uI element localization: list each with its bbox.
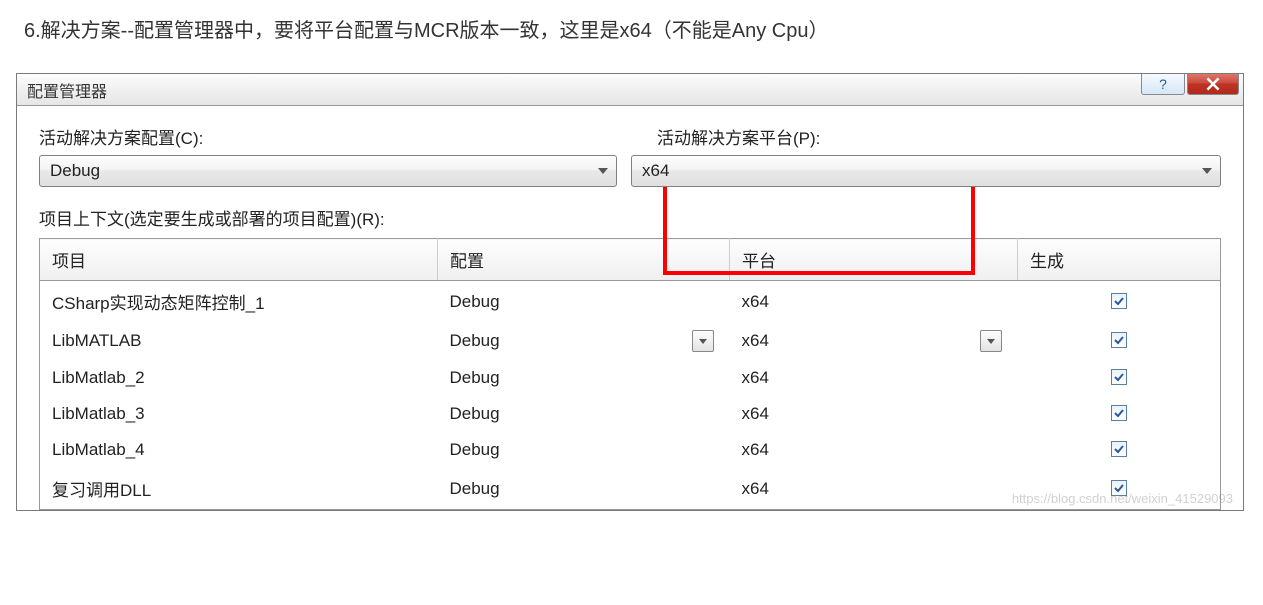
cell-config[interactable]: Debug: [438, 468, 730, 510]
cell-platform[interactable]: x64: [730, 468, 1018, 510]
cell-platform[interactable]: x64: [730, 432, 1018, 468]
build-checkbox[interactable]: [1111, 405, 1127, 421]
header-build[interactable]: 生成: [1018, 239, 1221, 281]
cell-build: [1018, 396, 1221, 432]
platform-dropdown-button[interactable]: [980, 330, 1002, 352]
cell-project: 复习调用DLL: [40, 468, 438, 510]
close-icon: [1206, 77, 1220, 91]
config-manager-dialog: 配置管理器 ? 活动解决方案配置(C): 活动解决方案平台(P): Debug …: [16, 73, 1244, 511]
project-table: 项目 配置 平台 生成 CSharp实现动态矩阵控制_1Debugx64LibM…: [39, 238, 1221, 510]
table-row[interactable]: LibMatlab_3 Debug x64: [40, 396, 1221, 432]
check-icon: [1113, 334, 1125, 346]
table-row[interactable]: 复习调用DLL Debug x64: [40, 468, 1221, 510]
titlebar: 配置管理器 ?: [17, 74, 1243, 106]
chevron-down-icon: [598, 168, 608, 174]
cell-config-value: Debug: [450, 440, 500, 460]
cell-config[interactable]: Debug: [438, 432, 730, 468]
active-config-label: 活动解决方案配置(C):: [39, 124, 653, 149]
table-row[interactable]: LibMatlab_2 Debug x64: [40, 360, 1221, 396]
cell-build: [1018, 432, 1221, 468]
check-icon: [1113, 371, 1125, 383]
cell-config-value: Debug: [450, 368, 500, 388]
cell-platform[interactable]: x64: [730, 322, 1018, 360]
cell-config[interactable]: Debug: [438, 322, 730, 360]
cell-config-value: Debug: [450, 404, 500, 424]
header-project[interactable]: 项目: [40, 239, 438, 281]
close-button[interactable]: [1187, 73, 1239, 95]
cell-config-value: Debug: [450, 331, 500, 351]
chevron-down-icon: [987, 339, 995, 344]
cell-config[interactable]: Debug: [438, 360, 730, 396]
cell-config[interactable]: Debug: [438, 396, 730, 432]
build-checkbox[interactable]: [1111, 441, 1127, 457]
header-platform[interactable]: 平台: [730, 239, 1018, 281]
cell-platform-value: x64: [742, 440, 769, 460]
table-row[interactable]: CSharp实现动态矩阵控制_1 Debug x64: [40, 281, 1221, 323]
cell-build: [1018, 322, 1221, 360]
cell-build: [1018, 360, 1221, 396]
cell-config[interactable]: Debug: [438, 281, 730, 323]
active-config-value: Debug: [50, 161, 100, 181]
cell-platform-value: x64: [742, 404, 769, 424]
table-row[interactable]: LibMatlab_4 Debug x64: [40, 432, 1221, 468]
chevron-down-icon: [699, 339, 707, 344]
header-config[interactable]: 配置: [438, 239, 730, 281]
cell-project: CSharp实现动态矩阵控制_1: [40, 281, 438, 323]
cell-platform-value: x64: [742, 479, 769, 499]
cell-project: LibMatlab_4: [40, 432, 438, 468]
cell-build: [1018, 468, 1221, 510]
active-platform-combo[interactable]: x64: [631, 155, 1221, 187]
check-icon: [1113, 295, 1125, 307]
cell-project: LibMatlab_3: [40, 396, 438, 432]
build-checkbox[interactable]: [1111, 332, 1127, 348]
build-checkbox[interactable]: [1111, 293, 1127, 309]
cell-project: LibMATLAB: [40, 322, 438, 360]
check-icon: [1113, 407, 1125, 419]
help-button[interactable]: ?: [1141, 73, 1185, 95]
cell-platform[interactable]: x64: [730, 396, 1018, 432]
dialog-title: 配置管理器: [27, 78, 107, 102]
cell-config-value: Debug: [450, 292, 500, 312]
build-checkbox[interactable]: [1111, 369, 1127, 385]
cell-platform[interactable]: x64: [730, 281, 1018, 323]
cell-platform[interactable]: x64: [730, 360, 1018, 396]
active-platform-label: 活动解决方案平台(P):: [653, 124, 820, 149]
cell-config-value: Debug: [450, 479, 500, 499]
build-checkbox[interactable]: [1111, 480, 1127, 496]
help-icon: ?: [1159, 76, 1167, 92]
instruction-text: 6.解决方案--配置管理器中，要将平台配置与MCR版本一致，这里是x64（不能是…: [0, 0, 1263, 73]
cell-platform-value: x64: [742, 331, 769, 351]
cell-build: [1018, 281, 1221, 323]
check-icon: [1113, 482, 1125, 494]
cell-platform-value: x64: [742, 368, 769, 388]
cell-project: LibMatlab_2: [40, 360, 438, 396]
cell-platform-value: x64: [742, 292, 769, 312]
chevron-down-icon: [1202, 168, 1212, 174]
active-platform-value: x64: [642, 161, 669, 181]
table-row[interactable]: LibMATLAB Debug x64: [40, 322, 1221, 360]
check-icon: [1113, 443, 1125, 455]
config-dropdown-button[interactable]: [692, 330, 714, 352]
project-context-label: 项目上下文(选定要生成或部署的项目配置)(R):: [39, 205, 1221, 230]
active-config-combo[interactable]: Debug: [39, 155, 617, 187]
